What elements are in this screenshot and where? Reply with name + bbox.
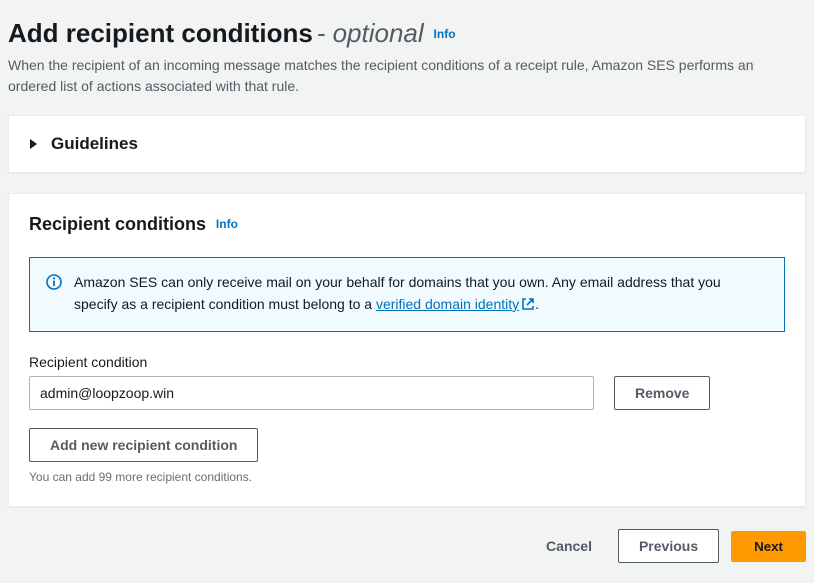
verified-domain-link-text: verified domain identity	[376, 296, 519, 312]
recipient-input[interactable]	[29, 376, 594, 410]
page-title-optional: optional	[333, 18, 424, 48]
page-description: When the recipient of an incoming messag…	[8, 55, 798, 97]
recipient-row: Remove	[29, 376, 785, 410]
remove-button[interactable]: Remove	[614, 376, 710, 410]
info-alert: Amazon SES can only receive mail on your…	[29, 257, 785, 332]
footer-actions: Cancel Previous Next	[8, 507, 806, 569]
info-icon	[46, 274, 62, 293]
section-title: Recipient conditions	[29, 214, 206, 234]
info-text-after: .	[535, 296, 539, 312]
page-title: Add recipient conditions	[8, 18, 313, 48]
page-title-separator: -	[317, 18, 333, 48]
add-recipient-button[interactable]: Add new recipient condition	[29, 428, 258, 462]
page-info-link[interactable]: Info	[434, 27, 456, 41]
recipient-conditions-panel: Recipient conditions Info Amazon SES can…	[8, 193, 806, 507]
previous-button[interactable]: Previous	[618, 529, 719, 563]
guidelines-title: Guidelines	[51, 134, 138, 154]
recipient-condition-label: Recipient condition	[29, 354, 785, 370]
verified-domain-link[interactable]: verified domain identity	[376, 296, 535, 312]
page-header: Add recipient conditions - optional Info…	[8, 8, 806, 111]
info-text: Amazon SES can only receive mail on your…	[74, 272, 768, 317]
section-info-link[interactable]: Info	[216, 217, 238, 231]
caret-right-icon	[29, 138, 39, 150]
guidelines-toggle[interactable]: Guidelines	[8, 115, 806, 173]
external-link-icon	[521, 296, 535, 318]
cancel-button[interactable]: Cancel	[532, 530, 606, 562]
recipient-hint: You can add 99 more recipient conditions…	[29, 470, 785, 484]
next-button[interactable]: Next	[731, 531, 806, 562]
